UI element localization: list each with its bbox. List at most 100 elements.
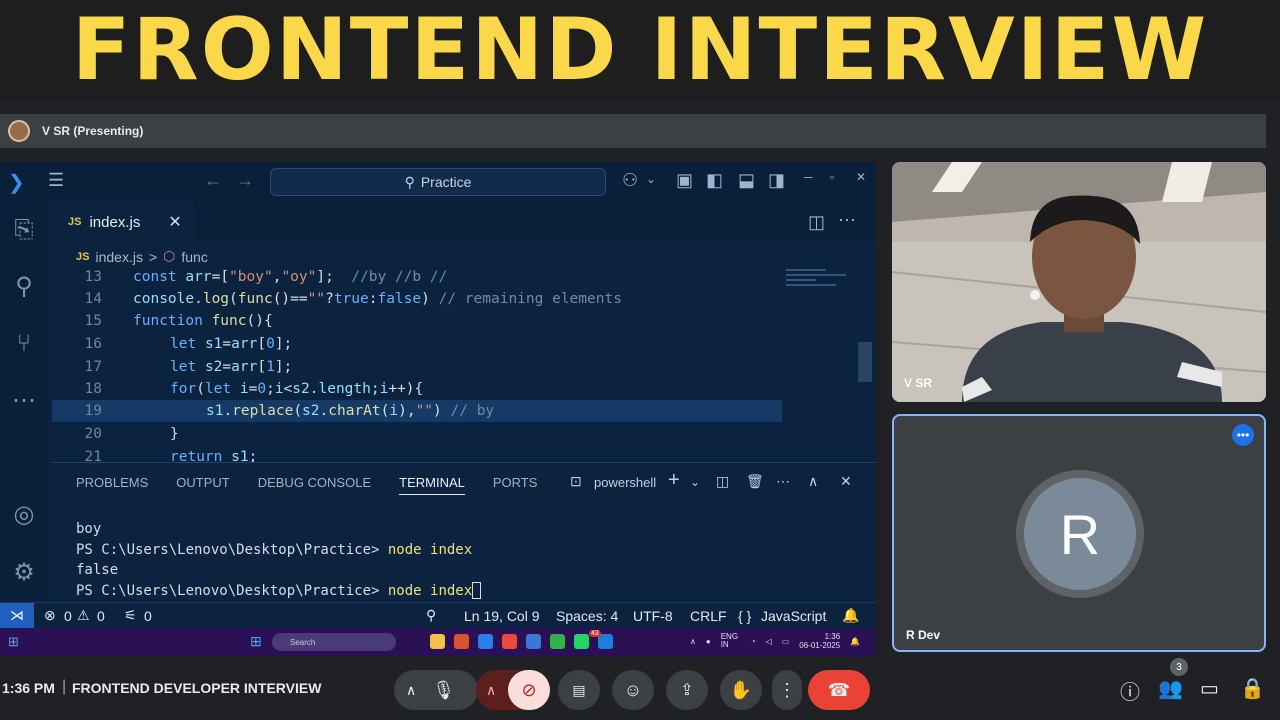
tab-problems[interactable]: PROBLEMS bbox=[76, 475, 148, 495]
close-tab-icon[interactable]: ✕ bbox=[168, 212, 181, 232]
taskbar-search[interactable]: Search bbox=[272, 633, 396, 651]
raise-hand-button[interactable]: ✋ bbox=[720, 670, 762, 710]
wifi-icon[interactable]: ◔ bbox=[751, 637, 756, 646]
tab-ports[interactable]: PORTS bbox=[493, 475, 538, 495]
forward-arrow-icon[interactable]: → bbox=[236, 170, 254, 191]
toggle-secondary-sidebar-icon[interactable]: ◨ bbox=[768, 170, 785, 191]
source-control-icon[interactable]: ⑂ bbox=[10, 330, 38, 358]
volume-icon[interactable]: ◁ bbox=[766, 637, 772, 646]
cursor-position[interactable]: Ln 19, Col 9 bbox=[464, 608, 540, 624]
toggle-panel-icon[interactable]: ⬓ bbox=[738, 170, 755, 191]
tray-app-icon[interactable]: ● bbox=[706, 637, 711, 646]
split-editor-icon[interactable]: ◫ bbox=[808, 212, 825, 233]
tab-debug-console[interactable]: DEBUG CONSOLE bbox=[258, 475, 371, 495]
encoding[interactable]: UTF-8 bbox=[633, 608, 673, 624]
layout-icon[interactable]: ▣ bbox=[676, 170, 693, 191]
bell-icon[interactable]: 🔔 bbox=[842, 607, 859, 624]
function-symbol-icon: ⬡ bbox=[163, 248, 176, 264]
zoom-icon[interactable]: ⚲ bbox=[426, 607, 436, 624]
editor-scrollbar[interactable] bbox=[858, 342, 872, 382]
present-button[interactable]: ⇪ bbox=[666, 670, 708, 710]
account-icon[interactable]: ◎ bbox=[10, 500, 38, 529]
warning-icon[interactable]: ⚠ bbox=[77, 607, 90, 624]
menu-icon[interactable]: ☰ bbox=[48, 170, 64, 191]
maximize-icon[interactable]: ▫ bbox=[830, 170, 834, 184]
back-arrow-icon[interactable]: ← bbox=[204, 170, 222, 191]
app-icon[interactable] bbox=[454, 634, 469, 649]
captions-button[interactable]: ▤ bbox=[558, 670, 600, 710]
minimap[interactable] bbox=[786, 266, 856, 326]
chevron-down-icon[interactable]: ⌄ bbox=[690, 475, 700, 489]
close-window-icon[interactable]: ✕ bbox=[856, 170, 866, 184]
more-icon[interactable]: ⋯ bbox=[10, 386, 38, 415]
participant-video bbox=[892, 162, 1266, 402]
edge-icon[interactable] bbox=[478, 634, 493, 649]
more-actions-icon[interactable]: ⋯ bbox=[838, 210, 856, 231]
vscode-taskbar-icon[interactable] bbox=[598, 634, 613, 649]
editor-tab-bar: JS index.js ✕ ◫ ⋯ bbox=[52, 202, 876, 242]
people-icon[interactable]: 👥 bbox=[1158, 676, 1183, 701]
trash-icon[interactable]: 🗑 bbox=[746, 473, 764, 490]
separator: | bbox=[62, 678, 67, 695]
info-icon[interactable]: ⓘ bbox=[1120, 676, 1140, 705]
chat-icon[interactable]: ▭ bbox=[1200, 676, 1219, 701]
store-icon[interactable] bbox=[502, 634, 517, 649]
tray-date[interactable]: 06-01-2025 bbox=[799, 641, 840, 650]
minimize-icon[interactable]: ─ bbox=[804, 170, 813, 184]
whatsapp-icon[interactable] bbox=[574, 634, 589, 649]
host-controls-icon[interactable]: 🔒 bbox=[1240, 676, 1265, 701]
windows-logo-icon[interactable]: ⊞ bbox=[8, 634, 19, 650]
maximize-panel-icon[interactable]: ∧ bbox=[808, 473, 818, 490]
more-icon[interactable]: ⋯ bbox=[776, 473, 790, 490]
breadcrumb-file[interactable]: index.js bbox=[95, 249, 142, 265]
participant-tile-vsr[interactable]: V SR bbox=[892, 162, 1266, 402]
warning-count[interactable]: 0 bbox=[97, 608, 105, 624]
app-icon[interactable] bbox=[526, 634, 541, 649]
mic-icon[interactable]: 🎙 bbox=[432, 680, 455, 701]
terminal-cursor bbox=[472, 582, 482, 599]
code-editor[interactable]: 13 const arr=["boy","oy"]; //by //b // 1… bbox=[52, 266, 858, 462]
search-view-icon[interactable]: ⚲ bbox=[10, 272, 38, 301]
breadcrumb-symbol[interactable]: func bbox=[181, 249, 207, 265]
command-center-search[interactable]: ⚲ Practice bbox=[270, 168, 606, 196]
copilot-icon[interactable]: ⚇ bbox=[622, 170, 638, 191]
emoji-button[interactable]: ☺ bbox=[612, 670, 654, 710]
tray-chevron-icon[interactable]: ∧ bbox=[690, 637, 696, 646]
tray-lang[interactable]: ENG IN bbox=[721, 633, 741, 649]
language-mode[interactable]: JavaScript bbox=[761, 608, 826, 624]
remote-icon[interactable]: ⋊ bbox=[0, 602, 34, 628]
leave-call-button[interactable]: ☎ bbox=[808, 670, 870, 710]
terminal-output[interactable]: boy PS C:\Users\Lenovo\Desktop\Practice>… bbox=[76, 519, 482, 601]
close-panel-icon[interactable]: ✕ bbox=[840, 473, 852, 490]
tab-terminal[interactable]: TERMINAL bbox=[399, 475, 465, 495]
chevron-down-icon[interactable]: ⌄ bbox=[646, 172, 656, 186]
line-ending[interactable]: CRLF bbox=[690, 608, 727, 624]
camera-off-button[interactable]: ⊘ bbox=[508, 670, 550, 710]
gear-icon[interactable]: ⚙ bbox=[10, 558, 38, 587]
chevron-up-icon[interactable]: ∧ bbox=[486, 682, 496, 699]
indentation[interactable]: Spaces: 4 bbox=[556, 608, 618, 624]
file-explorer-icon[interactable] bbox=[430, 634, 445, 649]
battery-icon[interactable]: ▭ bbox=[782, 637, 790, 646]
tab-index-js[interactable]: JS index.js ✕ bbox=[52, 202, 194, 242]
explorer-icon[interactable]: ⎘ bbox=[10, 216, 38, 244]
notification-icon[interactable]: 🔔 bbox=[850, 637, 860, 646]
tab-output[interactable]: OUTPUT bbox=[176, 475, 229, 495]
chrome-icon[interactable] bbox=[550, 634, 565, 649]
toggle-sidebar-icon[interactable]: ◧ bbox=[706, 170, 723, 191]
bottom-panel: PROBLEMS OUTPUT DEBUG CONSOLE TERMINAL P… bbox=[52, 462, 876, 602]
start-icon[interactable]: ⊞ bbox=[250, 633, 262, 650]
more-options-button[interactable]: ⋮ bbox=[772, 670, 802, 710]
ports-icon[interactable]: ⚟ bbox=[124, 607, 137, 624]
tray-time[interactable]: 1:36 bbox=[825, 632, 841, 641]
new-terminal-icon[interactable]: + bbox=[668, 469, 680, 492]
ports-count[interactable]: 0 bbox=[144, 608, 152, 624]
video-title-banner: FRONTEND INTERVIEW bbox=[0, 0, 1280, 100]
split-terminal-icon[interactable]: ◫ bbox=[716, 473, 729, 490]
search-text: Practice bbox=[420, 174, 472, 190]
chevron-up-icon[interactable]: ∧ bbox=[406, 682, 416, 699]
error-icon[interactable]: ⊗ bbox=[44, 607, 56, 624]
error-count[interactable]: 0 bbox=[64, 608, 72, 624]
shell-label[interactable]: powershell bbox=[594, 475, 656, 490]
participant-tile-rdev[interactable]: ••• R R Dev bbox=[892, 414, 1266, 652]
